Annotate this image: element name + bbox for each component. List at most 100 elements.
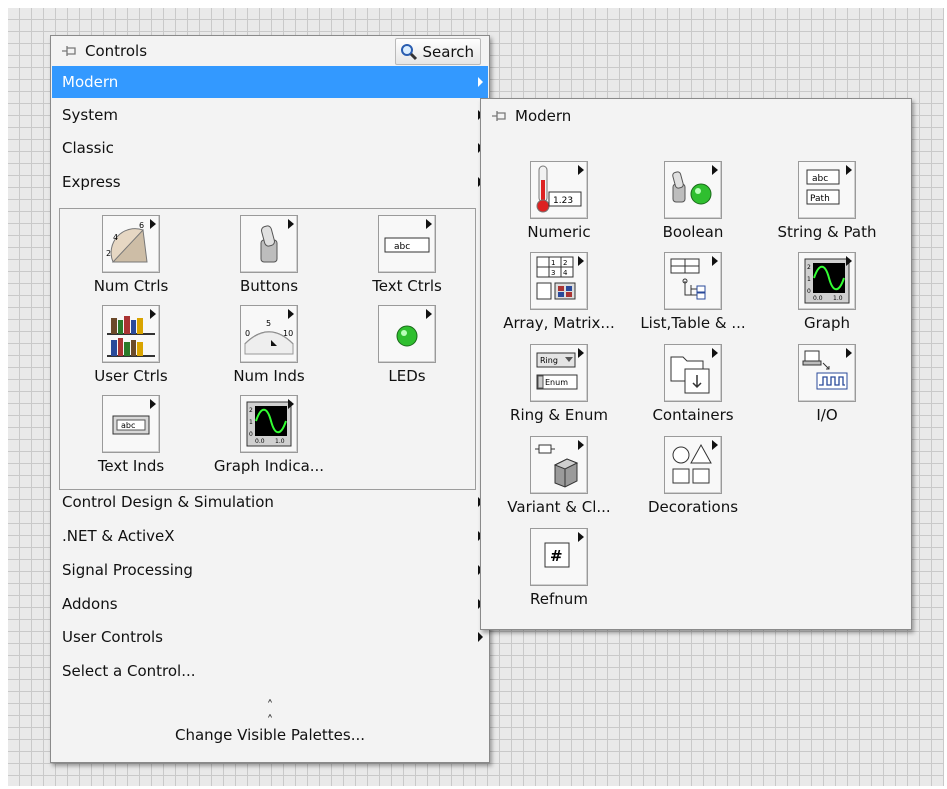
menu-item-control-design[interactable]: Control Design & Simulation [52, 486, 488, 518]
tile-label: Numeric [527, 223, 591, 241]
express-subpalette: 2 4 6 Num Ctrls Buttons abc Text Ctrls U… [59, 208, 476, 490]
menu-item-express[interactable]: Express [52, 166, 488, 198]
tile-num-ctrls[interactable]: 2 4 6 Num Ctrls [71, 215, 191, 305]
submenu-arrow-icon [712, 256, 718, 266]
io-icon [798, 344, 856, 402]
submenu-arrow-icon [288, 309, 294, 319]
tile-label: Text Inds [97, 457, 165, 475]
submenu-arrow-icon [478, 632, 483, 642]
tile-label: Num Inds [233, 367, 305, 385]
submenu-arrow-icon [846, 256, 852, 266]
tile-graph[interactable]: 2 1 0 0.0 1.0 Graph [767, 252, 887, 342]
tile-leds[interactable]: LEDs [347, 305, 467, 395]
collapse-chevron-icon[interactable]: ˄ ˄ [51, 699, 489, 729]
matrix-cell: 3 [551, 269, 555, 277]
ring-enum-icon: Ring Enum [530, 344, 588, 402]
modern-palette[interactable]: Modern 1.23 Numeric Boolean abc Path Str… [480, 98, 912, 630]
tile-text-ctrls[interactable]: abc Text Ctrls [347, 215, 467, 305]
tile-list-table[interactable]: List,Table & ... [633, 252, 753, 342]
submenu-arrow-icon [150, 219, 156, 229]
menu-item-signal-processing[interactable]: Signal Processing [52, 554, 488, 586]
pin-icon[interactable] [491, 108, 507, 124]
tile-label: Text Ctrls [372, 277, 442, 295]
knob-tick: 6 [139, 221, 144, 230]
graph-tick: 2 [249, 407, 253, 414]
tile-refnum[interactable]: # Refnum [499, 528, 619, 618]
matrix-cell: 1 [551, 259, 555, 267]
path-text: Path [810, 194, 830, 204]
graph-icon: 2 1 0 0.0 1.0 [240, 395, 298, 453]
graph-tick: 1 [807, 276, 811, 283]
submenu-arrow-icon [150, 399, 156, 409]
graph-tick: 1.0 [833, 295, 843, 302]
controls-palette[interactable]: Controls Search Modern System Classic Ex… [50, 35, 490, 763]
search-button[interactable]: Search [395, 38, 481, 65]
meter-tick: 0 [245, 329, 250, 338]
graph-tick: 0 [249, 431, 253, 438]
array-matrix-icon: 1 2 3 4 [530, 252, 588, 310]
tile-array-matrix[interactable]: 1 2 3 4 Array, Matrix... [499, 252, 619, 342]
tile-label: I/O [816, 406, 838, 424]
menu-item-label: Addons [62, 595, 118, 613]
numeric-value-text: 1.23 [553, 196, 573, 206]
string-path-icon: abc Path [798, 161, 856, 219]
submenu-arrow-icon [712, 440, 718, 450]
abc-text: abc [812, 174, 828, 184]
tile-graph-indicators[interactable]: 2 1 0 0.0 1.0 Graph Indica... [209, 395, 329, 485]
tile-label: Ring & Enum [510, 406, 608, 424]
tile-io[interactable]: I/O [767, 344, 887, 434]
change-visible-palettes-button[interactable]: Change Visible Palettes... [51, 726, 489, 744]
tile-label: LEDs [388, 367, 426, 385]
tile-label: Graph [803, 314, 850, 332]
submenu-arrow-icon [150, 309, 156, 319]
submenu-arrow-icon [712, 165, 718, 175]
menu-item-label: Signal Processing [62, 561, 193, 579]
tile-label: Decorations [647, 498, 739, 516]
tile-label: Num Ctrls [93, 277, 169, 295]
menu-item-addons[interactable]: Addons [52, 588, 488, 620]
tile-buttons[interactable]: Buttons [209, 215, 329, 305]
tile-user-ctrls[interactable]: User Ctrls [71, 305, 191, 395]
tile-string-path[interactable]: abc Path String & Path [767, 161, 887, 251]
tile-text-inds[interactable]: abc Text Inds [71, 395, 191, 485]
controls-title-bar[interactable]: Controls Search [51, 36, 489, 66]
tile-label: Variant & Cl... [507, 498, 611, 516]
tile-variant-class[interactable]: Variant & Cl... [499, 436, 619, 526]
tile-decorations[interactable]: Decorations [633, 436, 753, 526]
menu-item-label: Modern [62, 73, 119, 91]
tile-label: Graph Indica... [213, 457, 325, 475]
matrix-cell: 2 [563, 259, 567, 267]
menu-item-dotnet-activex[interactable]: .NET & ActiveX [52, 520, 488, 552]
submenu-arrow-icon [578, 256, 584, 266]
tile-label: User Ctrls [94, 367, 168, 385]
graph-tick: 0.0 [813, 295, 823, 302]
graph-tick: 1 [249, 419, 253, 426]
menu-item-modern[interactable]: Modern [52, 66, 488, 98]
tile-numeric[interactable]: 1.23 Numeric [499, 161, 619, 251]
submenu-arrow-icon [288, 219, 294, 229]
modern-title-bar[interactable]: Modern [481, 99, 911, 133]
submenu-arrow-icon [426, 309, 432, 319]
list-table-icon [664, 252, 722, 310]
menu-item-select-control[interactable]: Select a Control... [52, 655, 488, 687]
containers-icon [664, 344, 722, 402]
tile-boolean[interactable]: Boolean [633, 161, 753, 251]
abc-text: abc [121, 421, 135, 430]
thermometer-numeric-icon: 1.23 [530, 161, 588, 219]
ring-text: Ring [540, 356, 558, 365]
tile-num-inds[interactable]: 0 5 10 Num Inds [209, 305, 329, 395]
menu-item-system[interactable]: System [52, 99, 488, 131]
led-icon [378, 305, 436, 363]
tile-ring-enum[interactable]: Ring Enum Ring & Enum [499, 344, 619, 434]
menu-item-label: Control Design & Simulation [62, 493, 274, 511]
graph-icon: 2 1 0 0.0 1.0 [798, 252, 856, 310]
enum-text: Enum [545, 378, 568, 387]
submenu-arrow-icon [578, 532, 584, 542]
tile-containers[interactable]: Containers [633, 344, 753, 434]
menu-item-label: Classic [62, 139, 114, 157]
menu-item-user-controls[interactable]: User Controls [52, 621, 488, 653]
knob-icon: 2 4 6 [102, 215, 160, 273]
meter-tick: 10 [283, 329, 293, 338]
menu-item-classic[interactable]: Classic [52, 132, 488, 164]
pin-icon[interactable] [61, 43, 77, 59]
